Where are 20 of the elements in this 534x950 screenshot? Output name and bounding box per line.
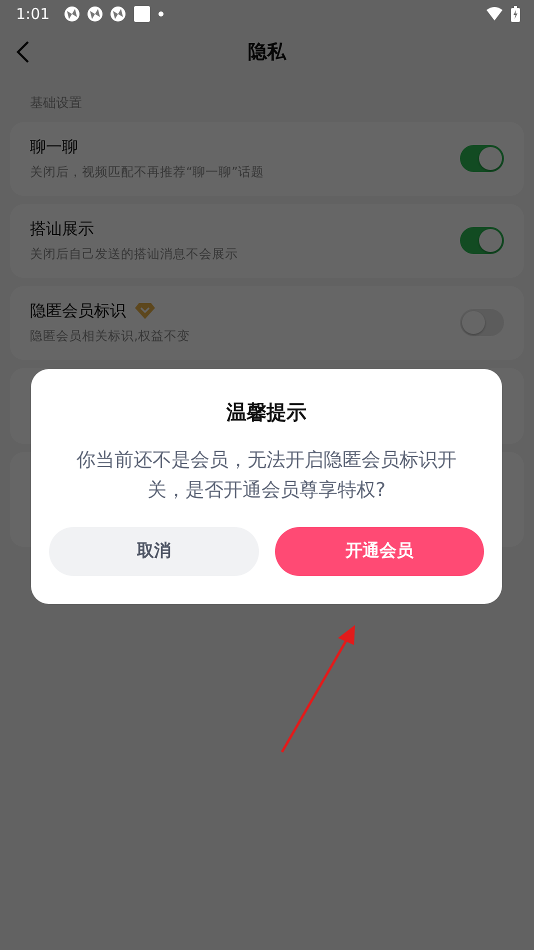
dialog-message: 你当前还不是会员，无法开启隐匿会员标识开关，是否开通会员尊享特权? <box>76 448 458 503</box>
app-notification-icon <box>110 6 126 22</box>
setting-title: 搭讪展示 <box>30 218 94 240</box>
page-title: 隐私 <box>248 40 286 65</box>
square-notification-icon <box>134 6 150 22</box>
dot-icon <box>158 11 164 17</box>
wifi-icon <box>486 7 503 21</box>
status-time: 1:01 <box>16 4 50 25</box>
app-notification-icon <box>86 6 103 22</box>
toggle-switch[interactable] <box>460 227 504 254</box>
setting-title: 隐匿会员标识 <box>30 300 126 322</box>
back-icon[interactable] <box>16 40 30 64</box>
dialog-title: 温馨提示 <box>225 399 308 426</box>
app-notification-icon <box>64 6 80 22</box>
toggle-switch[interactable] <box>460 145 504 172</box>
setting-title: 聊一聊 <box>30 136 78 158</box>
battery-icon <box>511 6 520 22</box>
toggle-switch[interactable] <box>460 309 504 336</box>
cancel-button[interactable]: 取消 <box>49 527 258 576</box>
diamond-icon <box>134 302 156 320</box>
